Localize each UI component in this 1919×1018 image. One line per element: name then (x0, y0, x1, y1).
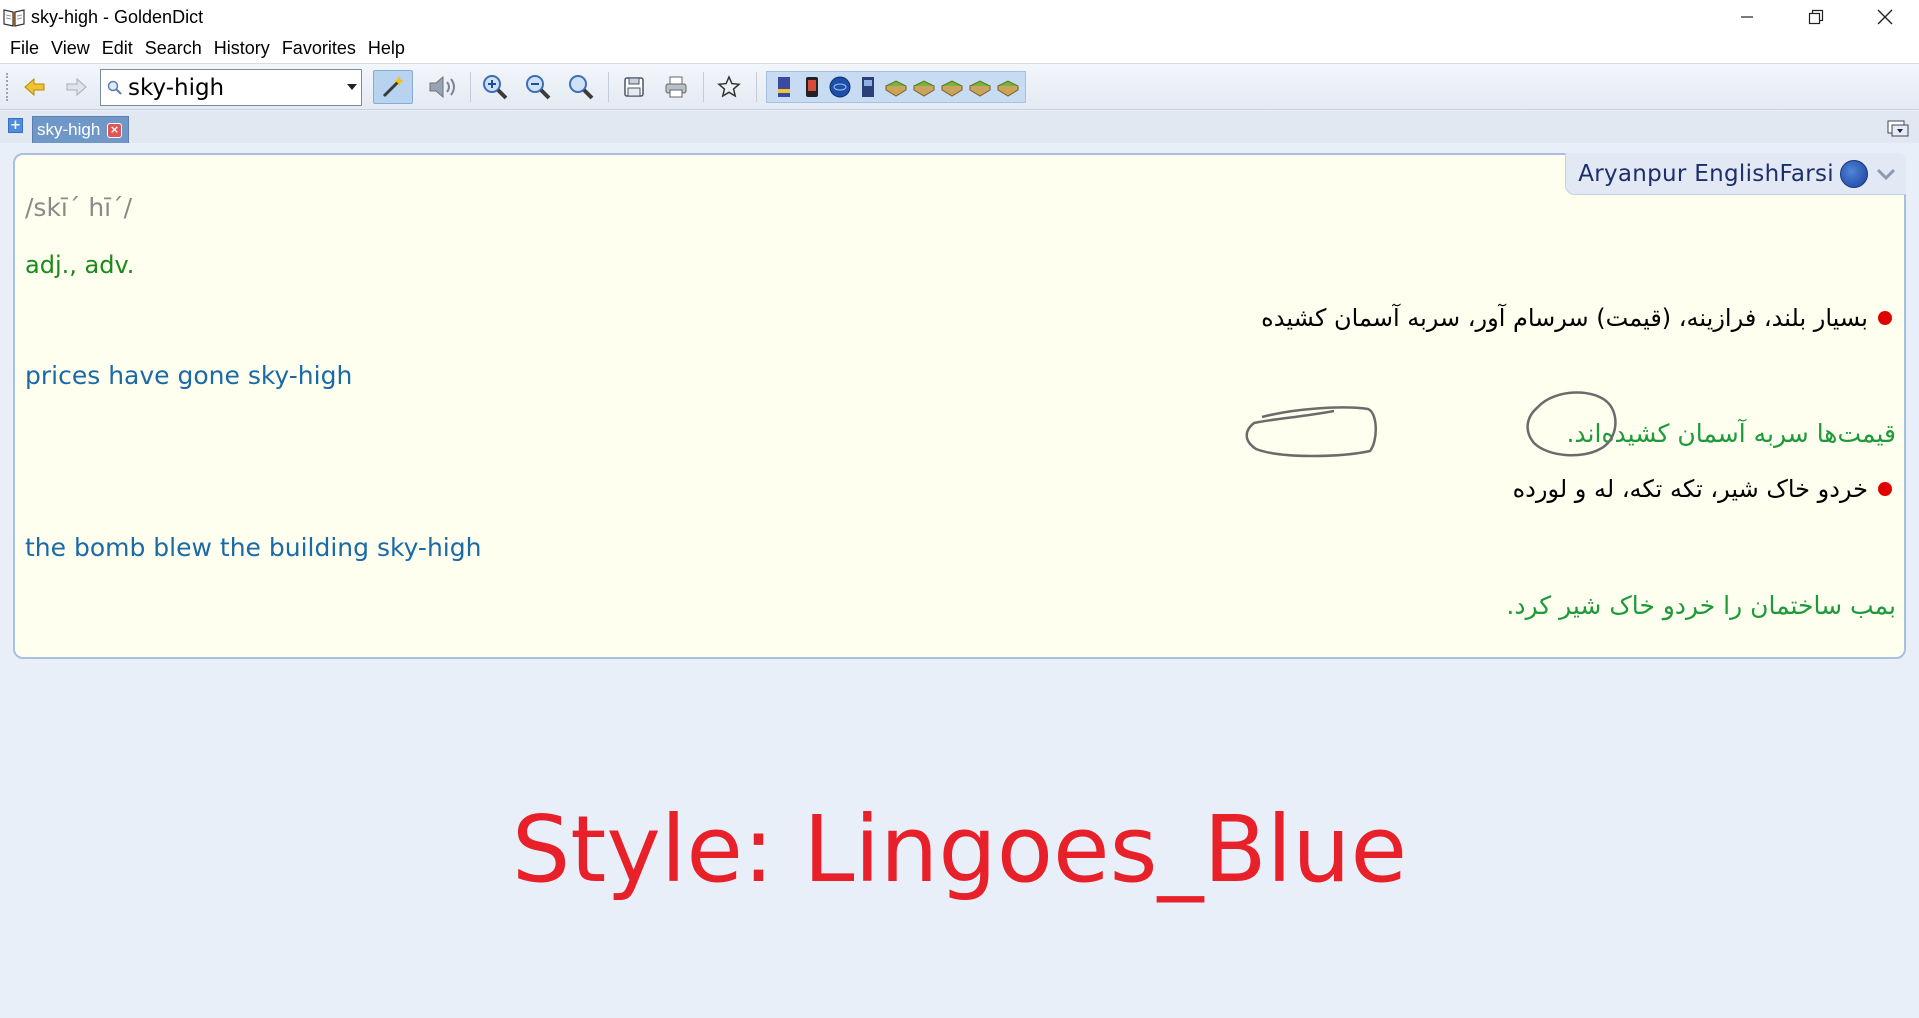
dictionary-bar (766, 71, 1026, 103)
new-tab-button[interactable]: + (8, 118, 23, 133)
zoom-out-icon (526, 75, 551, 100)
toolbar-separator (470, 72, 471, 102)
example-farsi: بمب ساختمان را خردو خاک شیر کرد. (1506, 591, 1896, 620)
hand-drawn-circle-annotation (1245, 406, 1377, 458)
dict-green-book-icon[interactable] (967, 74, 993, 100)
dict-globe-icon[interactable] (827, 74, 853, 100)
dictionary-header[interactable]: Aryanpur EnglishFarsi (1565, 153, 1906, 195)
menu-help[interactable]: Help (362, 38, 411, 59)
dict-green-book-icon[interactable] (939, 74, 965, 100)
definition-text: بسیار بلند، فرازینه، (قیمت) سرسام آور، س… (1261, 304, 1868, 332)
part-of-speech: adj., adv. (25, 251, 135, 279)
bullet-icon (1878, 311, 1892, 325)
zoom-out-button[interactable] (521, 70, 555, 104)
tab-bar: + sky-high × (0, 111, 1919, 143)
magic-wand-icon (382, 76, 404, 98)
dict-green-book-icon[interactable] (883, 74, 909, 100)
save-article-button[interactable] (617, 70, 651, 104)
chevron-down-icon[interactable] (1874, 163, 1898, 185)
minimize-icon (1740, 16, 1753, 18)
goldendict-book-icon (3, 7, 25, 27)
back-button[interactable] (18, 70, 52, 104)
search-combobox[interactable] (100, 69, 362, 106)
menu-favorites[interactable]: Favorites (276, 38, 362, 59)
article-panel: Aryanpur EnglishFarsi /skī´ hī´/ adj., a… (13, 153, 1906, 659)
zoom-in-button[interactable] (478, 70, 512, 104)
close-icon (1877, 9, 1892, 25)
pronounce-button[interactable] (426, 70, 460, 104)
dict-green-book-icon[interactable] (995, 74, 1021, 100)
style-caption: Style: Lingoes_Blue (511, 796, 1408, 903)
bullet-icon (1878, 482, 1892, 496)
title-bar: sky-high - GoldenDict (0, 0, 1919, 34)
example-farsi: قیمت‌ها سربه آسمان کشیده‌اند. (1566, 419, 1896, 448)
print-button[interactable] (659, 70, 693, 104)
toolbar-separator (608, 72, 609, 102)
speaker-icon (429, 75, 455, 99)
menu-file[interactable]: File (4, 38, 45, 59)
window-title: sky-high - GoldenDict (31, 6, 204, 27)
forward-icon (66, 77, 87, 97)
dict-blue-book-icon[interactable] (855, 74, 881, 100)
toolbar-separator (756, 72, 757, 102)
menu-edit[interactable]: Edit (96, 38, 139, 59)
example-english: prices have gone sky-high (25, 361, 353, 390)
tab-close-icon[interactable]: × (107, 123, 122, 138)
toolbar-separator (703, 72, 704, 102)
example-english: the bomb blew the building sky-high (25, 533, 482, 562)
dict-book-icon[interactable] (771, 74, 797, 100)
menu-view[interactable]: View (45, 38, 96, 59)
tab-label: sky-high (37, 120, 101, 139)
dict-phone-icon[interactable] (799, 74, 825, 100)
close-window-button[interactable] (1850, 0, 1919, 34)
toolbar (0, 64, 1919, 110)
favorites-star-icon (717, 75, 741, 98)
menu-history[interactable]: History (208, 38, 276, 59)
zoom-reset-button[interactable] (564, 70, 598, 104)
scan-popup-button[interactable] (373, 70, 413, 104)
print-icon (665, 76, 687, 98)
menu-search[interactable]: Search (139, 38, 208, 59)
restore-icon (1808, 9, 1823, 25)
forward-button[interactable] (59, 70, 93, 104)
zoom-reset-icon (569, 75, 594, 100)
search-icon (107, 80, 122, 95)
menu-bar: File View Edit Search History Favorites … (0, 34, 1919, 64)
definition-farsi: بسیار بلند، فرازینه، (قیمت) سرسام آور، س… (1261, 304, 1892, 332)
dictionary-name: Aryanpur EnglishFarsi (1578, 160, 1834, 187)
save-icon (624, 77, 644, 97)
definition-farsi: خردو خاک شیر، تکه تکه، له و لورده (1513, 475, 1892, 503)
toolbar-grip[interactable] (6, 73, 10, 101)
restore-button[interactable] (1781, 0, 1850, 34)
back-icon (24, 77, 45, 97)
tab-sky-high[interactable]: sky-high × (32, 116, 129, 143)
dict-green-book-icon[interactable] (911, 74, 937, 100)
pronunciation: /skī´ hī´/ (25, 193, 133, 222)
tab-list-icon[interactable] (1887, 119, 1909, 137)
add-to-favorites-button[interactable] (712, 70, 746, 104)
minimize-button[interactable] (1712, 0, 1781, 34)
search-input[interactable] (128, 74, 338, 101)
chevron-down-icon[interactable] (347, 84, 357, 90)
definition-text: خردو خاک شیر، تکه تکه، له و لورده (1512, 475, 1868, 503)
dictionary-logo-icon (1840, 159, 1868, 188)
zoom-in-icon (483, 75, 508, 100)
